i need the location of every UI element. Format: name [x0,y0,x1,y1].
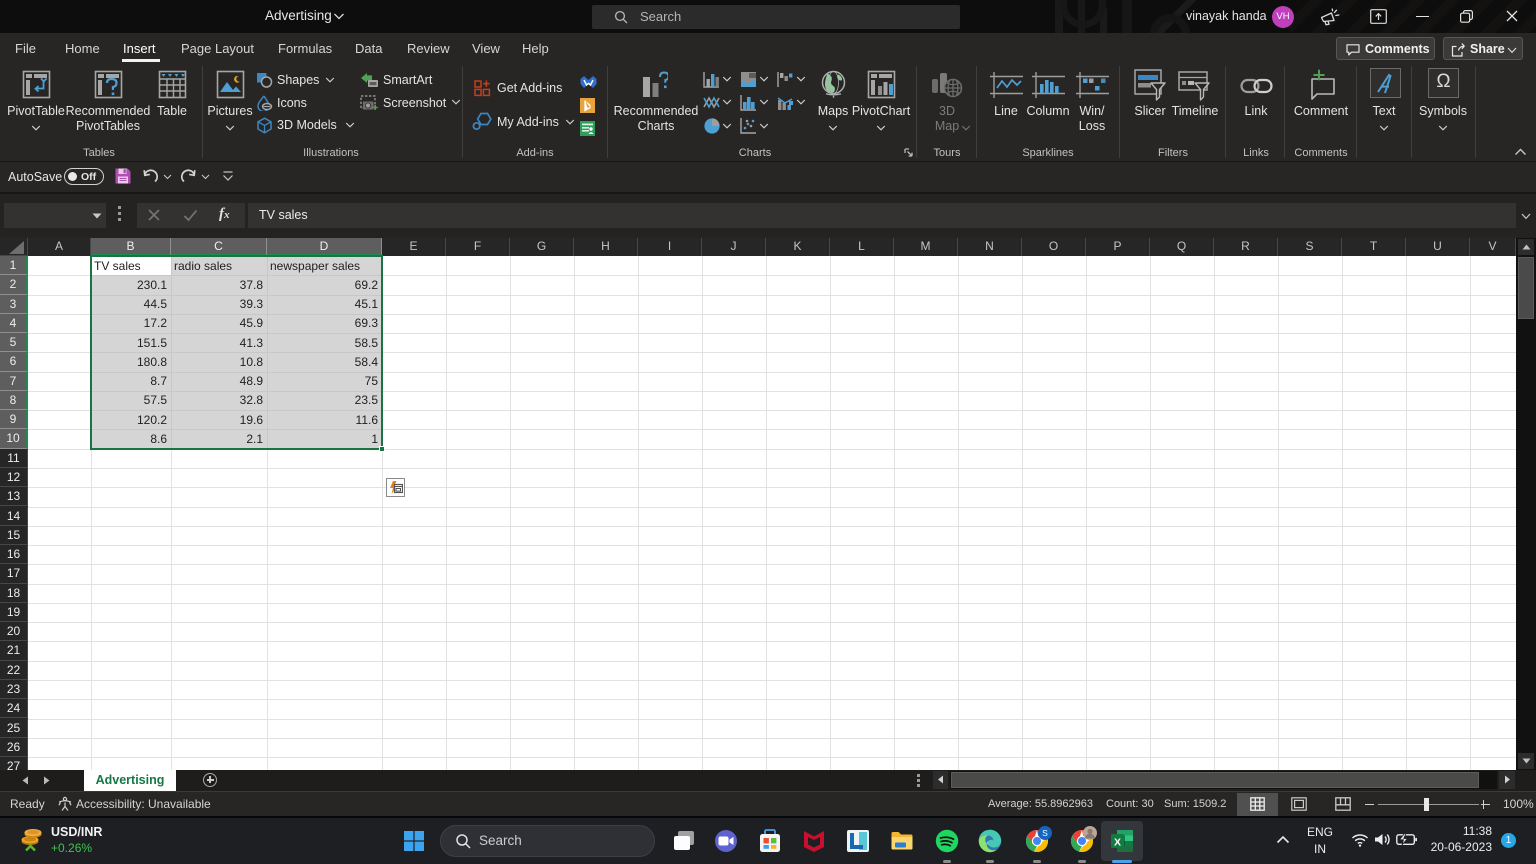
svg-text:S: S [1042,828,1048,838]
svg-text:X: X [1114,837,1121,849]
